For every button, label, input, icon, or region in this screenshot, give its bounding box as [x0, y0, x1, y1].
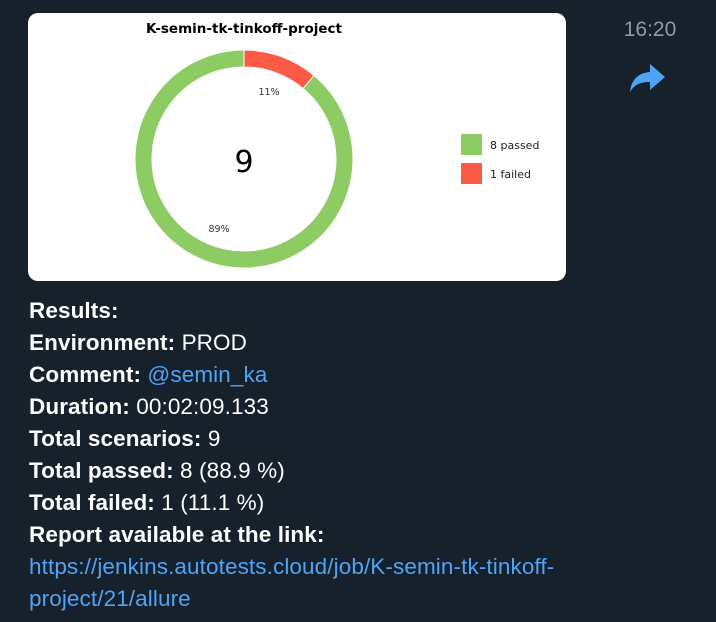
- report-label: Report available at the link:: [29, 522, 325, 547]
- results-heading-text: Results:: [29, 298, 119, 323]
- comment-mention-link[interactable]: @semin_ka: [147, 362, 267, 387]
- legend-label: 1 failed: [490, 168, 531, 181]
- environment-label: Environment:: [29, 330, 176, 355]
- total-scenarios-value: 9: [201, 426, 221, 451]
- comment-row: Comment: @semin_ka: [29, 359, 589, 391]
- comment-label: Comment:: [29, 362, 142, 387]
- chart-percent-label: 11%: [258, 87, 279, 98]
- report-link[interactable]: https://jenkins.autotests.cloud/job/K-se…: [29, 554, 554, 611]
- duration-value: 00:02:09.133: [129, 394, 269, 419]
- forward-button[interactable]: [628, 60, 668, 96]
- report-row: Report available at the link: https://je…: [29, 519, 589, 615]
- legend-label: 8 passed: [490, 139, 539, 152]
- chart-percent-label: 89%: [208, 224, 229, 235]
- total-passed-label: Total passed:: [29, 458, 174, 483]
- total-failed-row: Total failed: 1 (11.1 %): [29, 487, 589, 519]
- duration-label: Duration:: [29, 394, 130, 419]
- total-scenarios-label: Total scenarios:: [29, 426, 202, 451]
- total-passed-row: Total passed: 8 (88.9 %): [29, 455, 589, 487]
- donut-chart: K-semin-tk-tinkoff-project 9 11% 89% 8 pa…: [134, 21, 539, 269]
- chart-slice-1-failed: [243, 49, 315, 90]
- chart-image[interactable]: K-semin-tk-tinkoff-project 9 11% 89% 8 pa…: [28, 13, 566, 281]
- legend-swatch: [461, 134, 482, 155]
- forward-arrow-icon: [630, 64, 665, 92]
- total-failed-label: Total failed:: [29, 490, 155, 515]
- total-scenarios-row: Total scenarios: 9: [29, 423, 589, 455]
- environment-row: Environment: PROD: [29, 327, 589, 359]
- message-text: Results: Environment: PROD Comment: @sem…: [29, 295, 589, 615]
- chart-title: K-semin-tk-tinkoff-project: [146, 21, 343, 37]
- results-heading: Results:: [29, 295, 589, 327]
- chart-legend: 8 passed 1 failed: [461, 134, 539, 184]
- chart-center-label: 9: [234, 145, 253, 180]
- message-time: 16:20: [623, 18, 677, 41]
- environment-value: PROD: [175, 330, 247, 355]
- duration-row: Duration: 00:02:09.133: [29, 391, 589, 423]
- total-passed-value: 8 (88.9 %): [173, 458, 285, 483]
- legend-swatch: [461, 163, 482, 184]
- total-failed-value: 1 (11.1 %): [154, 490, 265, 515]
